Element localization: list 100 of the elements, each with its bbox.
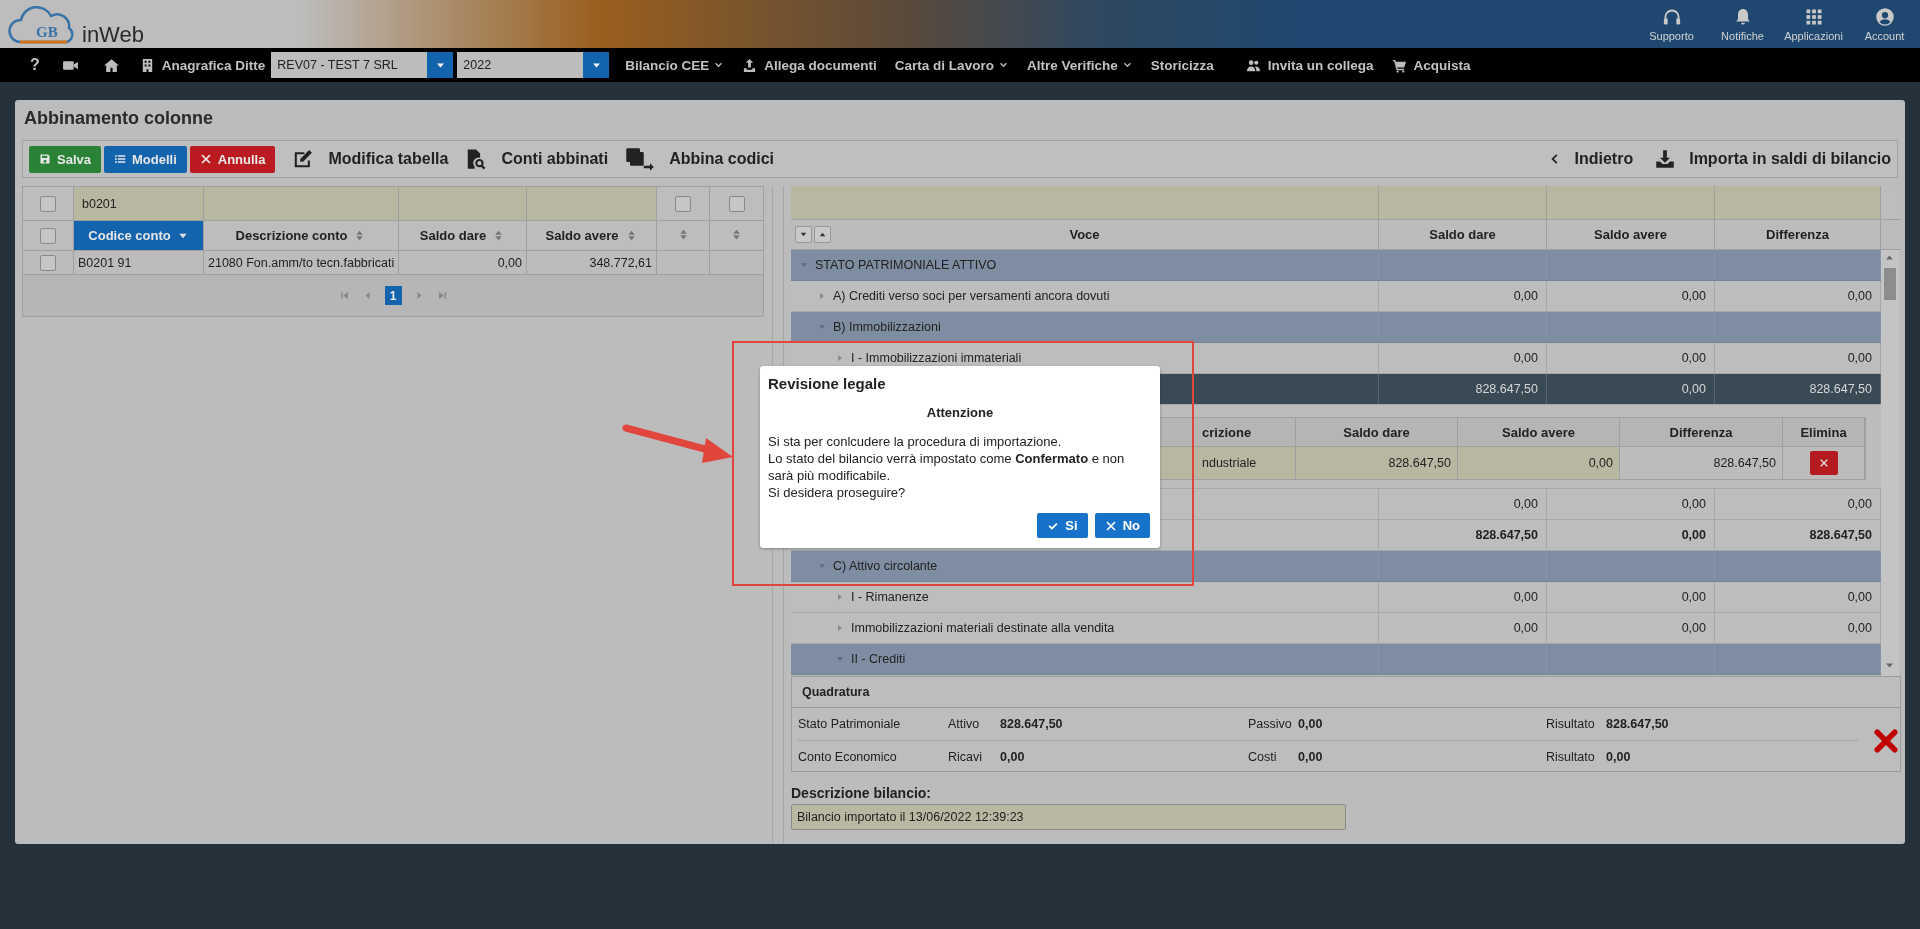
- toolbar-action[interactable]: Conti abbinati: [465, 148, 609, 170]
- tree-group-row[interactable]: B) Immobilizzazioni: [791, 312, 1881, 343]
- collapse-all-button[interactable]: [814, 226, 831, 243]
- header-action[interactable]: Applicazioni: [1778, 0, 1849, 48]
- download-icon: [1655, 149, 1676, 169]
- expand-all-button[interactable]: [795, 226, 812, 243]
- tree-row[interactable]: Immobilizzazioni materiali destinate alla vendita 0,00 0,00 0,00: [791, 613, 1881, 644]
- cancel-button[interactable]: No: [1094, 513, 1150, 538]
- column-header[interactable]: Descrizione conto: [203, 220, 399, 251]
- field-value: 0,00: [1298, 717, 1324, 731]
- filter-field[interactable]: [791, 186, 1379, 220]
- help-link[interactable]: ?: [30, 56, 40, 74]
- description-field[interactable]: Bilancio importato il 13/06/2022 12:39:23: [791, 804, 1346, 830]
- field-label: Costi: [1248, 750, 1278, 764]
- tree-row[interactable]: I - Rimanenze 0,00 0,00 0,00: [791, 582, 1881, 613]
- amount: 0,00: [1847, 621, 1872, 635]
- field-label: Attivo: [948, 717, 981, 731]
- field-label: Risultato: [1546, 750, 1596, 764]
- checkbox[interactable]: [675, 195, 691, 212]
- home-icon[interactable]: [102, 56, 120, 74]
- caret-up-icon: [818, 230, 827, 239]
- tree-label: II - Crediti: [851, 652, 906, 666]
- header-action[interactable]: Account: [1849, 0, 1920, 48]
- checkbox[interactable]: [40, 227, 56, 244]
- last-page-icon[interactable]: [436, 290, 448, 301]
- save-icon: [39, 153, 51, 165]
- company-select[interactable]: REV07 - TEST 7 SRL: [271, 52, 454, 78]
- field-value: 0,00: [1298, 750, 1324, 764]
- filter-field[interactable]: b0201: [73, 186, 204, 221]
- save-button[interactable]: Salva: [29, 145, 101, 173]
- checkbox[interactable]: [40, 254, 56, 271]
- column-header: Saldo dare: [1429, 227, 1496, 242]
- filter-field[interactable]: [398, 186, 527, 221]
- table-cell: 348.772,61: [526, 250, 657, 275]
- amount: 0,00: [1681, 351, 1706, 365]
- tree-row[interactable]: A) Crediti verso soci per versamenti ancora dovuti 0,00 0,00 0,00: [791, 281, 1881, 312]
- amount: 828.647,50: [1809, 528, 1872, 542]
- nav-menu-item[interactable]: Bilancio CEE: [625, 57, 725, 73]
- filter-field[interactable]: [1547, 186, 1715, 220]
- field-label: Descrizione bilancio:: [791, 785, 933, 801]
- cart-icon: [1391, 57, 1407, 73]
- column-header[interactable]: [709, 220, 764, 251]
- scrollbar[interactable]: [1881, 250, 1899, 676]
- tree-label: Immobilizzazioni materiali destinate alla vendita: [851, 621, 1115, 635]
- file-search-icon: [465, 148, 488, 170]
- amount: 0,00: [1847, 351, 1872, 365]
- filter-field[interactable]: [526, 186, 657, 221]
- toolbar-action[interactable]: Modifica tabella: [292, 148, 449, 170]
- year-select[interactable]: 2022: [457, 52, 610, 78]
- tree-label: I - Immobilizzazioni immateriali: [851, 351, 1022, 365]
- tree-group-row[interactable]: C) Attivo circolante: [791, 551, 1881, 582]
- cancel-button[interactable]: Annulla: [189, 145, 276, 173]
- tree-group-row[interactable]: STATO PATRIMONIALE ATTIVO: [791, 250, 1881, 281]
- column-header[interactable]: Saldo dare: [398, 220, 527, 251]
- filter-field[interactable]: [1715, 186, 1881, 220]
- table-cell: 0,00: [1458, 447, 1620, 480]
- toolbar-action[interactable]: Abbina codici: [625, 146, 775, 172]
- caret-down-icon: [799, 230, 808, 239]
- checkbox[interactable]: [40, 195, 56, 212]
- page-number[interactable]: 1: [384, 286, 402, 305]
- filter-field[interactable]: [203, 186, 399, 221]
- tree-label: A) Crediti verso soci per versamenti ancora dovuti: [833, 289, 1110, 303]
- header-action[interactable]: Supporto: [1636, 0, 1707, 48]
- close-icon: [1104, 519, 1117, 532]
- row-label: Conto Economico: [798, 750, 898, 764]
- filter-field[interactable]: [1379, 186, 1547, 220]
- delete-button[interactable]: [1809, 451, 1838, 475]
- scroll-thumb[interactable]: [1884, 268, 1896, 300]
- column-header[interactable]: [656, 220, 710, 251]
- field-label: Ricavi: [948, 750, 984, 764]
- toolbar-action[interactable]: Importa in saldi di bilancio: [1655, 149, 1891, 169]
- amount: 828.647,50: [1475, 382, 1538, 396]
- column-header[interactable]: Codice conto: [73, 220, 204, 251]
- sort-icon: [730, 227, 743, 241]
- nav-menu-item[interactable]: Altre Verifiche: [1026, 57, 1133, 73]
- confirm-button[interactable]: Si: [1037, 513, 1088, 538]
- amount: 0,00: [1681, 382, 1706, 396]
- column-header: Elimina: [1783, 418, 1865, 447]
- column-header[interactable]: Saldo avere: [526, 220, 657, 251]
- nav-menu-item[interactable]: Carta di Lavoro: [894, 57, 1009, 73]
- nav-menu-item[interactable]: Allega documenti: [742, 57, 877, 73]
- toolbar-action[interactable]: Indietro: [1546, 149, 1634, 169]
- nav-menu-item[interactable]: Invita un collega: [1245, 57, 1374, 73]
- row-label: Stato Patrimoniale: [798, 717, 902, 731]
- column-header: Differenza: [1620, 418, 1783, 447]
- tree-group-row[interactable]: II - Crediti: [791, 644, 1881, 675]
- first-page-icon[interactable]: [338, 290, 350, 301]
- amount: 0,00: [1681, 621, 1706, 635]
- nav-link[interactable]: Anagrafica Ditte: [139, 57, 266, 73]
- tree-label: B) Immobilizzazioni: [833, 320, 941, 334]
- nav-menu-item[interactable]: Storicizza: [1150, 57, 1214, 73]
- copy-arrow-icon: [625, 146, 656, 172]
- header-action[interactable]: Notifiche: [1707, 0, 1778, 48]
- field-label: Passivo: [1248, 717, 1293, 731]
- nav-menu-item[interactable]: Acquista: [1391, 57, 1471, 73]
- upload-icon: [742, 57, 758, 73]
- table-cell: B0201 91: [73, 250, 204, 275]
- models-button[interactable]: Modelli: [104, 145, 187, 173]
- account-icon: [1874, 6, 1895, 27]
- checkbox[interactable]: [728, 195, 745, 212]
